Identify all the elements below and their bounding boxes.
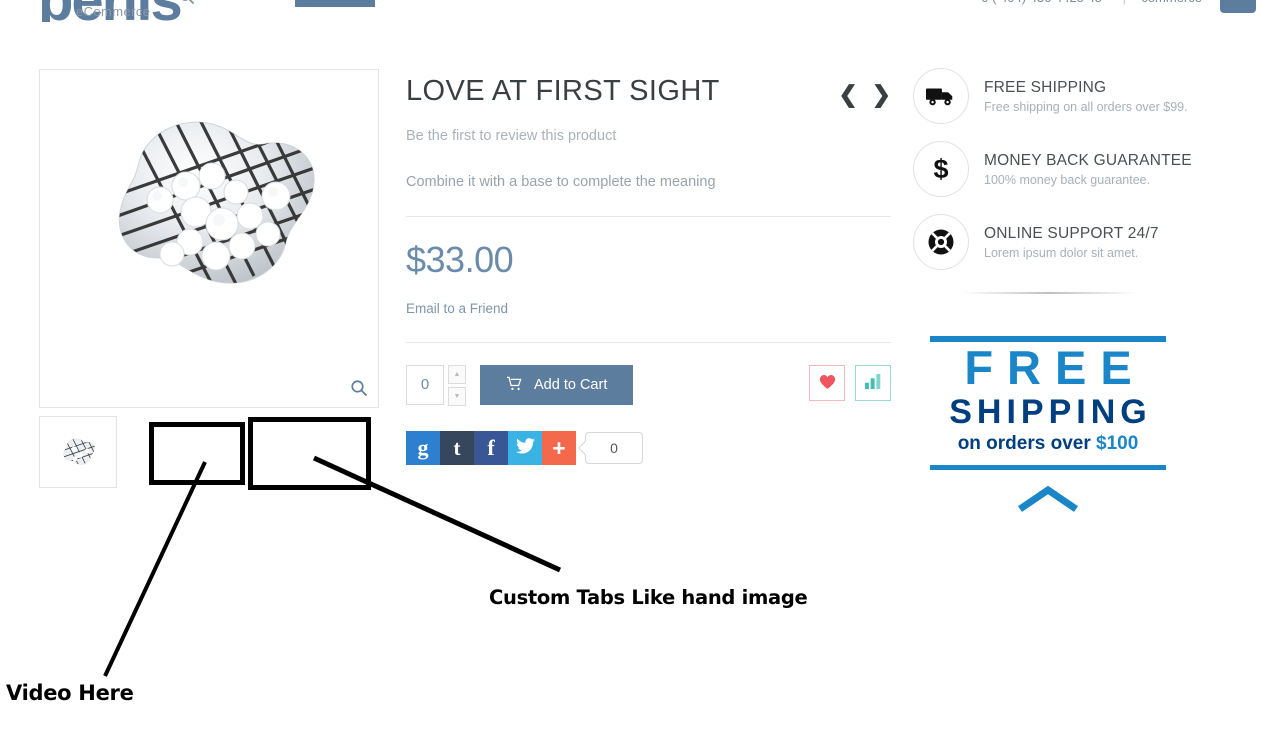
header-cart-button[interactable] [1220, 0, 1256, 13]
ring-image [40, 70, 378, 340]
divider [406, 216, 891, 218]
feature-title: FREE SHIPPING [984, 78, 1107, 96]
chevron-left-icon[interactable]: ❮ [838, 83, 857, 106]
site-logo-subtitle: eCommerce [76, 4, 151, 19]
product-action-buttons [809, 365, 891, 402]
product-short-description: Combine it with a base to complete the m… [406, 174, 716, 191]
feature-title: ONLINE SUPPORT 24/7 [984, 224, 1159, 242]
product-page: perlis eCommerce 0 ( 404) 436 4425 45 | … [0, 0, 1262, 734]
header-nav-block[interactable] [295, 0, 375, 7]
svg-text:$: $ [933, 155, 948, 183]
tumblr-share-button[interactable]: t [440, 431, 474, 466]
banner-line-1: FREE [964, 341, 1146, 394]
feature-text: ONLINE SUPPORT 24/7 Lorem ipsum dolor si… [984, 225, 1159, 260]
feature-description: Lorem ipsum dolor sit amet. [984, 245, 1139, 260]
truck-icon [913, 68, 969, 124]
review-link[interactable]: Be the first to review this product [406, 128, 891, 144]
annotation-video-here: Video Here [6, 681, 134, 705]
feature-description: Free shipping on all orders over $99. [984, 99, 1188, 114]
facebook-share-button[interactable]: f [474, 431, 508, 466]
banner-line-2: SHIPPING [949, 392, 1152, 431]
add-to-cart-button[interactable]: Add to Cart [480, 365, 634, 406]
product-main-image[interactable] [39, 69, 379, 408]
feature-title: MONEY BACK GUARANTEE [984, 151, 1192, 169]
search-icon[interactable] [178, 0, 195, 10]
twitter-share-button[interactable] [508, 431, 542, 466]
email-to-friend-link[interactable]: Email to a Friend [406, 301, 891, 316]
page-title: LOVE AT FIRST SIGHT [406, 75, 720, 107]
add-to-wishlist-button[interactable] [809, 365, 845, 402]
banner-line-3: on orders over $100 [930, 430, 1166, 459]
quantity-decrease-button[interactable]: ▼ [448, 386, 466, 406]
banner-line-3-amount: $100 [1096, 433, 1139, 455]
dollar-icon: $ [913, 141, 969, 197]
divider [406, 342, 891, 344]
bar-chart-icon [864, 373, 882, 394]
image-zoom-icon[interactable] [350, 379, 368, 397]
feature-online-support: ONLINE SUPPORT 24/7 Lorem ipsum dolor si… [913, 214, 1213, 270]
lifebuoy-icon [913, 214, 969, 270]
header-phone: 0 ( 404) 436 4425 45 [981, 0, 1102, 5]
product-price: $33.00 [406, 239, 514, 281]
quantity-input[interactable]: 0 [406, 365, 444, 406]
banner-line-3-prefix: on orders over [957, 433, 1097, 455]
feature-list: FREE SHIPPING Free shipping on all order… [913, 68, 1213, 287]
feature-text: FREE SHIPPING Free shipping on all order… [984, 79, 1188, 114]
header-separator: | [1123, 0, 1126, 5]
site-header: perlis eCommerce 0 ( 404) 436 4425 45 | … [0, 0, 1262, 22]
add-to-compare-button[interactable] [855, 365, 891, 402]
sidebar-divider [962, 292, 1137, 294]
annotation-custom-tabs: Custom Tabs Like hand image [489, 586, 808, 609]
feature-text: MONEY BACK GUARANTEE 100% money back gua… [984, 152, 1192, 187]
quantity-increase-button[interactable]: ▲ [448, 364, 466, 384]
google-plus-share-button[interactable]: g [406, 431, 440, 466]
cart-icon [506, 376, 523, 395]
add-to-cart-label: Add to Cart [534, 377, 608, 394]
product-navigation: ❮ ❯ [838, 83, 891, 106]
feature-free-shipping: FREE SHIPPING Free shipping on all order… [913, 68, 1213, 124]
social-share-bar: g t f + 0 [406, 431, 891, 466]
quantity-stepper: ▲ ▼ [448, 364, 466, 406]
addthis-share-button[interactable]: + [542, 431, 576, 466]
feature-money-back: $ MONEY BACK GUARANTEE 100% money back g… [913, 141, 1213, 197]
share-count-badge: 0 [585, 432, 643, 465]
chevron-right-icon[interactable]: ❯ [872, 83, 891, 106]
free-shipping-banner[interactable]: FREE SHIPPING on orders over $100 [930, 336, 1166, 512]
bird-icon [515, 437, 535, 459]
banner-bottom-rule [930, 464, 1166, 470]
product-info: LOVE AT FIRST SIGHT ❮ ❯ Be the first to … [406, 75, 891, 466]
product-thumbnail-list [39, 416, 117, 488]
chevron-up-icon[interactable] [930, 485, 1166, 512]
product-thumbnail[interactable] [39, 416, 117, 488]
add-to-cart-row: 0 ▲ ▼ Add to Cart [406, 364, 891, 406]
video-placeholder-box [149, 422, 245, 485]
feature-description: 100% money back guarantee. [984, 172, 1151, 187]
heart-icon [818, 372, 837, 395]
header-cart-label[interactable]: commerce [1141, 0, 1202, 5]
custom-tabs-placeholder-box [248, 417, 371, 490]
